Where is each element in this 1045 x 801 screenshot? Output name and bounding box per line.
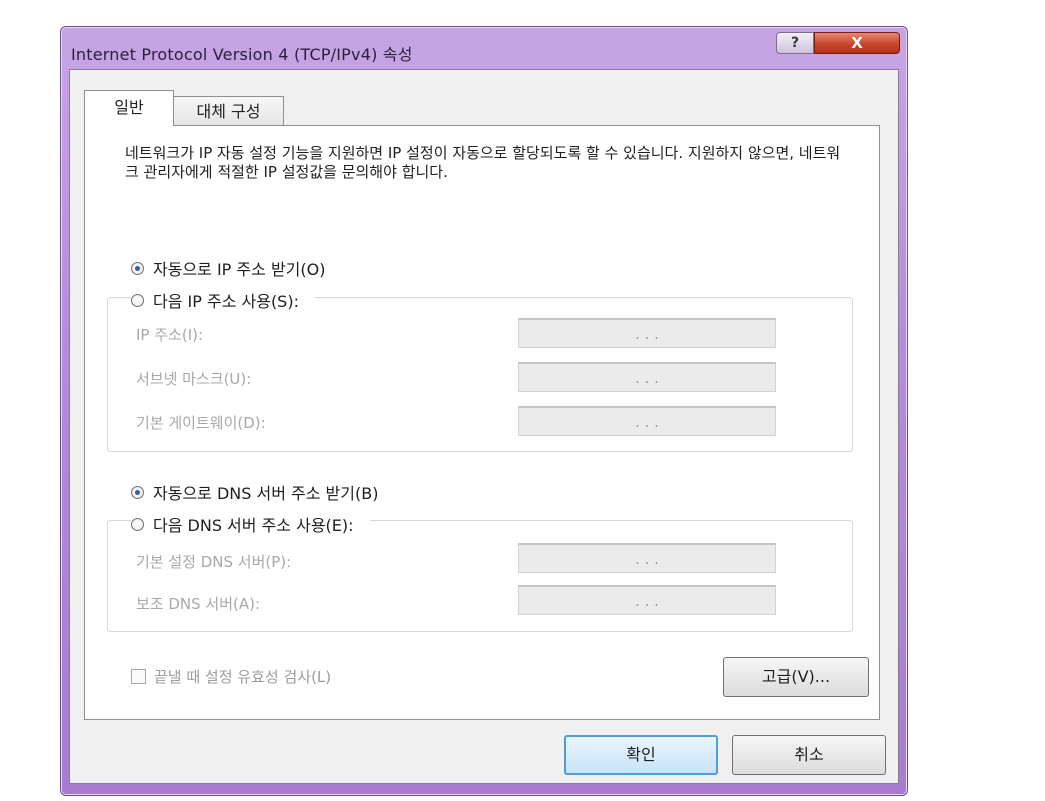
ip-address-value: . . . — [635, 324, 659, 343]
advanced-button[interactable]: 고급(V)... — [723, 657, 869, 697]
radio-auto-ip[interactable]: 자동으로 IP 주소 받기(O) — [131, 256, 325, 280]
radio-selected-icon — [131, 261, 144, 275]
radio-manual-ip[interactable]: 다음 IP 주소 사용(S): — [131, 288, 315, 312]
validate-settings-checkbox[interactable]: 끝낼 때 설정 유효성 검사(L) — [131, 666, 331, 687]
default-gateway-label: 기본 게이트웨이(D): — [136, 414, 266, 432]
radio-manual-dns[interactable]: 다음 DNS 서버 주소 사용(E): — [131, 512, 370, 536]
dialog-body: 일반 대체 구성 네트워크가 IP 자동 설정 기능을 지원하면 IP 설정이 … — [69, 69, 899, 784]
radio-unselected-icon — [131, 293, 144, 307]
validate-settings-label: 끝낼 때 설정 유효성 검사(L) — [154, 668, 332, 686]
tab-alternate-config[interactable]: 대체 구성 — [174, 96, 284, 128]
description-text: 네트워크가 IP 자동 설정 기능을 지원하면 IP 설정이 자동으로 할당되도… — [125, 144, 841, 181]
radio-auto-dns-label: 자동으로 DNS 서버 주소 받기(B) — [153, 484, 379, 503]
subnet-mask-value: . . . — [635, 368, 659, 387]
ok-button[interactable]: 확인 — [564, 735, 718, 775]
default-gateway-input[interactable]: . . . — [518, 406, 776, 436]
tab-general[interactable]: 일반 — [84, 90, 174, 126]
preferred-dns-label: 기본 설정 DNS 서버(P): — [136, 553, 292, 571]
dialog-window: Internet Protocol Version 4 (TCP/IPv4) 속… — [60, 26, 908, 796]
preferred-dns-value: . . . — [635, 549, 659, 568]
subnet-mask-label: 서브넷 마스크(U): — [136, 370, 252, 388]
radio-auto-ip-label: 자동으로 IP 주소 받기(O) — [153, 260, 326, 279]
help-button[interactable]: ? — [776, 32, 814, 54]
checkbox-icon — [131, 669, 146, 684]
radio-selected-icon — [131, 485, 144, 499]
default-gateway-value: . . . — [635, 412, 659, 431]
ip-manual-group: IP 주소(I): . . . 서브넷 마스크(U): . . . 기본 게이트… — [107, 297, 853, 452]
radio-manual-ip-label: 다음 IP 주소 사용(S): — [153, 292, 299, 311]
ip-address-input[interactable]: . . . — [518, 318, 776, 348]
alternate-dns-value: . . . — [635, 591, 659, 610]
radio-unselected-icon — [131, 517, 144, 531]
dns-manual-group: 기본 설정 DNS 서버(P): . . . 보조 DNS 서버(A): . .… — [107, 520, 853, 632]
subnet-mask-input[interactable]: . . . — [518, 362, 776, 392]
alternate-dns-label: 보조 DNS 서버(A): — [136, 595, 261, 613]
radio-manual-dns-label: 다음 DNS 서버 주소 사용(E): — [153, 516, 354, 535]
ip-address-label: IP 주소(I): — [136, 326, 204, 344]
cancel-button[interactable]: 취소 — [732, 735, 886, 775]
close-button[interactable]: X — [814, 32, 900, 54]
preferred-dns-input[interactable]: . . . — [518, 543, 776, 573]
tab-panel-general: 네트워크가 IP 자동 설정 기능을 지원하면 IP 설정이 자동으로 할당되도… — [84, 125, 880, 720]
radio-auto-dns[interactable]: 자동으로 DNS 서버 주소 받기(B) — [131, 480, 378, 504]
alternate-dns-input[interactable]: . . . — [518, 585, 776, 615]
window-title: Internet Protocol Version 4 (TCP/IPv4) 속… — [71, 45, 413, 64]
